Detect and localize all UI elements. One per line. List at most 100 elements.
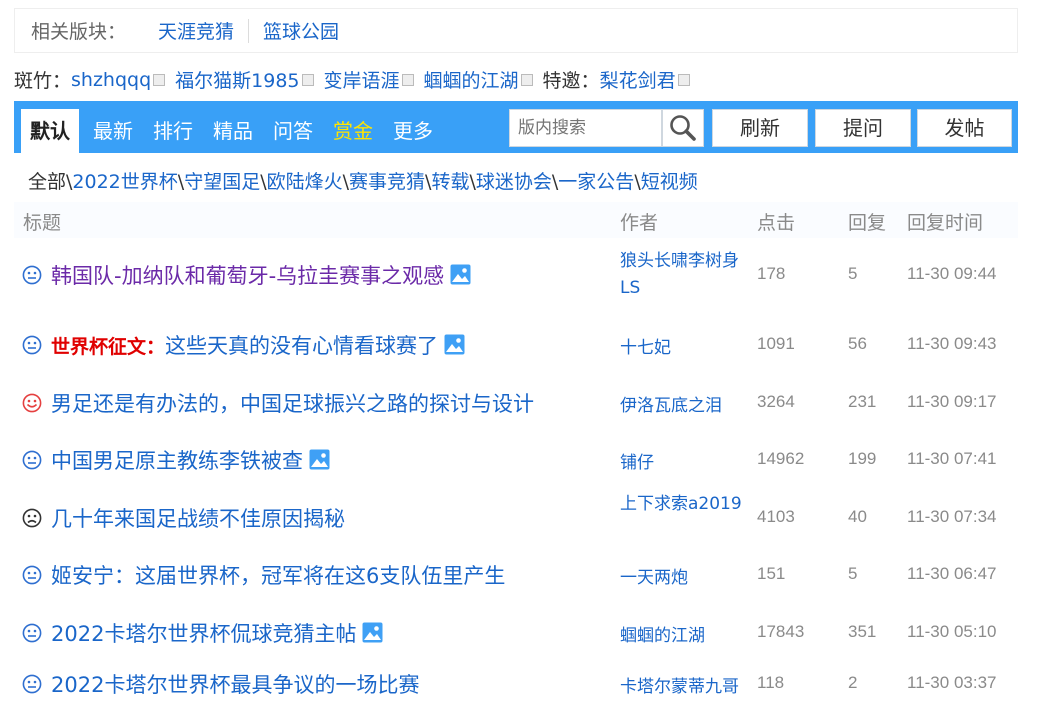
thread-title-text: 2022卡塔尔世界杯侃球竞猜主帖 <box>51 622 357 646</box>
moderator-list: 斑竹： shzhqqq 福尔猫斯1985 变岸语涯 蝈蝈的江湖 特邀： 梨花剑君 <box>14 66 700 93</box>
image-icon <box>450 264 471 290</box>
click-count: 4103 <box>757 507 795 526</box>
reply-count: 56 <box>848 334 867 353</box>
thread-title-link[interactable]: 姬安宁：这届世界杯，冠军将在这6支队伍里产生 <box>51 560 505 590</box>
column-title: 标题 <box>23 212 62 234</box>
status-icon <box>401 73 414 86</box>
reply-time: 11-30 07:41 <box>907 449 997 468</box>
moderator-label: 斑竹： <box>14 70 72 92</box>
neutral-face-icon <box>22 565 42 585</box>
neutral-face-icon <box>22 335 42 355</box>
search-input[interactable] <box>509 109 662 147</box>
column-author: 作者 <box>620 212 659 234</box>
author-link[interactable]: 上下求索a2019 <box>620 491 750 518</box>
author-link[interactable]: 狼头长啸李树身LS <box>620 248 750 302</box>
neutral-face-icon <box>22 623 42 643</box>
category-link[interactable]: 守望国足 <box>184 171 260 193</box>
neutral-face-icon <box>22 674 42 694</box>
thread-title-text: 几十年来国足战绩不佳原因揭秘 <box>51 507 345 531</box>
author-link[interactable]: 蝈蝈的江湖 <box>620 621 705 646</box>
column-replies: 回复 <box>848 212 887 234</box>
thread-title-text: 2022卡塔尔世界杯最具争议的一场比赛 <box>51 673 420 697</box>
thread-title-link[interactable]: 2022卡塔尔世界杯最具争议的一场比赛 <box>51 669 419 699</box>
author-link[interactable]: 伊洛瓦底之泪 <box>620 391 722 416</box>
search-icon <box>670 115 696 141</box>
click-count: 151 <box>757 564 786 583</box>
thread-title-link[interactable]: 韩国队-加纳队和葡萄牙-乌拉圭赛事之观感 <box>51 260 471 290</box>
category-link[interactable]: 一家公告 <box>558 171 634 193</box>
thread-title-link[interactable]: 男足还是有办法的，中国足球振兴之路的探讨与设计 <box>51 388 534 418</box>
table-header: 标题 作者 点击 回复 回复时间 <box>14 202 1018 238</box>
thread-title-link[interactable]: 几十年来国足战绩不佳原因揭秘 <box>51 503 345 533</box>
click-count: 178 <box>757 264 786 283</box>
category-link[interactable]: 短视频 <box>641 171 698 193</box>
author-link[interactable]: 十七妃 <box>620 333 671 358</box>
moderator-link[interactable]: 变岸语涯 <box>324 66 400 93</box>
moderator-link[interactable]: 福尔猫斯1985 <box>175 66 299 93</box>
reply-count: 2 <box>848 673 858 692</box>
author-link[interactable]: 一天两炮 <box>620 563 688 588</box>
image-icon <box>309 449 330 475</box>
thread-title-text: 男足还是有办法的，中国足球振兴之路的探讨与设计 <box>51 392 534 416</box>
click-count: 1091 <box>757 334 795 353</box>
reply-time: 11-30 09:17 <box>907 392 997 411</box>
thread-title-text: 韩国队-加纳队和葡萄牙-乌拉圭赛事之观感 <box>51 264 445 288</box>
author-link[interactable]: 卡塔尔蒙蒂九哥 <box>620 672 739 697</box>
tab-bar: 默认 最新 排行 精品 问答 赏金 更多 刷新 提问 发帖 <box>14 101 1018 153</box>
column-reply-time: 回复时间 <box>907 212 984 234</box>
click-count: 3264 <box>757 392 795 411</box>
status-icon <box>301 73 314 86</box>
click-count: 118 <box>757 673 785 692</box>
post-button[interactable]: 发帖 <box>917 109 1012 147</box>
reply-count: 231 <box>848 392 877 411</box>
tab-ranking[interactable]: 排行 <box>153 109 193 153</box>
thread-title-link[interactable]: 2022卡塔尔世界杯侃球竞猜主帖 <box>51 618 383 648</box>
reply-time: 11-30 05:10 <box>907 622 997 641</box>
image-icon <box>362 622 383 648</box>
table-row: 2022卡塔尔世界杯最具争议的一场比赛 卡塔尔蒙蒂九哥 118 2 11-30 03:3… <box>0 0 1043 697</box>
smile-icon <box>22 393 42 413</box>
reply-time: 11-30 09:43 <box>907 334 997 353</box>
refresh-button[interactable]: 刷新 <box>712 109 808 147</box>
tab-latest[interactable]: 最新 <box>93 109 133 153</box>
thread-title-link[interactable]: 中国男足原主教练李铁被查 <box>51 445 330 475</box>
tab-qa[interactable]: 问答 <box>273 109 313 153</box>
thread-title-text: 姬安宁：这届世界杯，冠军将在这6支队伍里产生 <box>51 564 506 588</box>
category-link[interactable]: 赛事竞猜 <box>349 171 425 193</box>
thread-prefix: 世界杯征文： <box>51 336 166 358</box>
tab-more[interactable]: 更多 <box>393 109 433 153</box>
reply-time: 11-30 06:47 <box>907 564 997 583</box>
click-count: 17843 <box>757 622 805 641</box>
status-icon <box>153 73 166 86</box>
reply-count: 199 <box>848 449 877 468</box>
status-icon <box>677 73 690 86</box>
category-link[interactable]: 欧陆烽火 <box>267 171 343 193</box>
ask-button[interactable]: 提问 <box>815 109 911 147</box>
category-link[interactable]: 2022世界杯 <box>72 171 177 193</box>
guest-label: 特邀： <box>542 70 600 92</box>
author-link[interactable]: 铺仔 <box>620 448 654 473</box>
search-button[interactable] <box>662 109 704 147</box>
category-link[interactable]: 转载 <box>431 171 469 193</box>
reply-time: 11-30 07:34 <box>907 507 997 526</box>
reply-count: 5 <box>848 564 858 583</box>
reply-count: 351 <box>848 622 877 641</box>
thread-title-link[interactable]: 世界杯征文：这些天真的没有心情看球赛了 <box>51 330 465 360</box>
column-clicks: 点击 <box>757 212 796 234</box>
thread-title-text: 中国男足原主教练李铁被查 <box>51 449 303 473</box>
reply-count: 5 <box>848 264 858 283</box>
tab-bounty[interactable]: 赏金 <box>333 109 373 153</box>
neutral-face-icon <box>22 450 42 470</box>
thread-title-text: 这些天真的没有心情看球赛了 <box>165 334 439 358</box>
moderator-link[interactable]: shzhqqq <box>71 69 151 91</box>
category-all[interactable]: 全部 <box>28 171 66 193</box>
tab-featured[interactable]: 精品 <box>213 109 253 153</box>
reply-time: 11-30 09:44 <box>907 264 997 283</box>
status-icon <box>520 73 533 86</box>
moderator-link[interactable]: 蝈蝈的江湖 <box>424 66 519 93</box>
click-count: 14962 <box>757 449 805 468</box>
neutral-face-icon <box>22 265 42 285</box>
tab-default[interactable]: 默认 <box>21 109 79 153</box>
category-link[interactable]: 球迷协会 <box>476 171 552 193</box>
guest-moderator-link[interactable]: 梨花剑君 <box>600 66 676 93</box>
